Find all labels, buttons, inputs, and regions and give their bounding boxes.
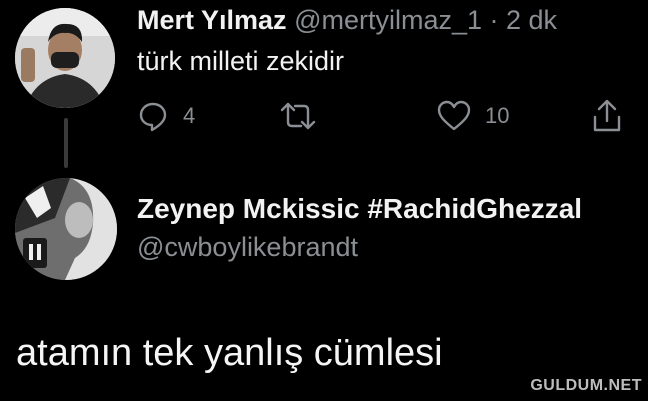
avatar-zeynep-mckissic[interactable]: [15, 178, 117, 280]
share-icon: [593, 99, 621, 132]
avatar-mert-yilmaz[interactable]: [15, 8, 115, 108]
thread-connector-line: [64, 118, 68, 168]
meme-caption: atamın tek yanlış cümlesi: [16, 332, 443, 374]
reply-icon: [139, 102, 167, 132]
reply-button[interactable]: 4: [137, 96, 195, 136]
tweet1-author-name[interactable]: Mert Yılmaz: [137, 5, 287, 35]
like-count: 10: [485, 103, 510, 128]
tweet1-action-bar: 4 10: [137, 96, 627, 136]
retweet-button[interactable]: [280, 96, 316, 136]
tweet1-handle-time[interactable]: @mertyilmaz_1 · 2 dk: [294, 5, 557, 35]
like-icon: [437, 100, 471, 131]
like-button[interactable]: 10: [437, 96, 509, 136]
tweet2-handle[interactable]: @cwboylikebrandt: [137, 232, 358, 263]
reply-count: 4: [183, 103, 196, 128]
tweet1-header: Mert Yılmaz @mertyilmaz_1 · 2 dk: [137, 3, 557, 37]
share-button[interactable]: [592, 96, 622, 136]
avatar-photo: [15, 8, 115, 108]
watermark: GULDUM.NET: [530, 377, 642, 394]
tweet2-author-name[interactable]: Zeynep Mckissic #RachidGhezzal: [137, 193, 582, 225]
avatar-photo: [15, 178, 117, 280]
tweet1-text: türk milleti zekidir: [137, 46, 345, 76]
retweet-icon: [280, 102, 316, 130]
